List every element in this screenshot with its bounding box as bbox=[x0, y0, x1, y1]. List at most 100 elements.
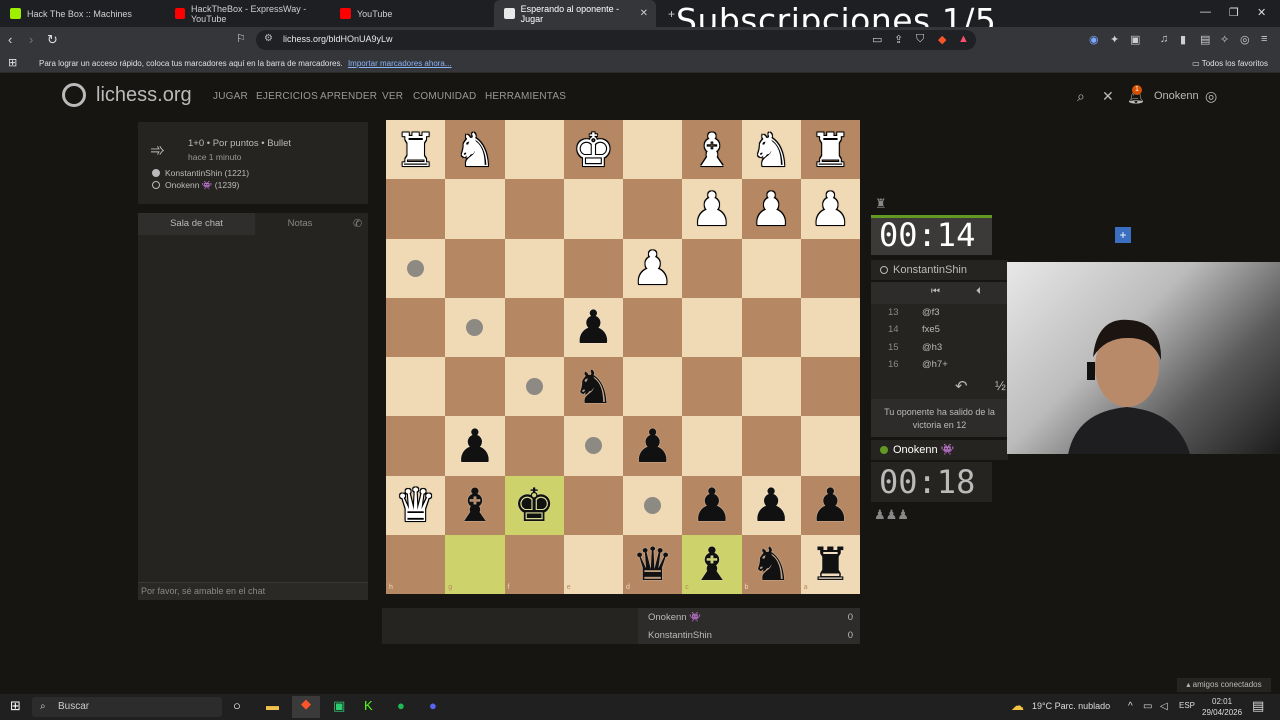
white-rook-icon[interactable]: ♜ bbox=[810, 127, 851, 173]
minimize-icon[interactable]: — bbox=[1200, 6, 1211, 18]
site-logo[interactable]: lichess.org bbox=[96, 84, 192, 107]
shield-icon[interactable]: ⛉ bbox=[916, 33, 924, 46]
board-square[interactable] bbox=[504, 416, 564, 476]
board-square[interactable] bbox=[445, 179, 505, 239]
first-move-icon[interactable]: ⏮ bbox=[931, 286, 940, 297]
black-bishop-icon[interactable]: ♝ bbox=[454, 482, 495, 528]
vpn-icon[interactable]: ◎ bbox=[1240, 33, 1250, 46]
cancel-icon[interactable]: ✕ bbox=[1102, 88, 1114, 105]
board-square[interactable] bbox=[800, 238, 860, 298]
black-rook-icon[interactable]: ♜ bbox=[810, 541, 851, 587]
screenshot-icon[interactable]: ▣ bbox=[1130, 33, 1140, 46]
chat-input[interactable]: Por favor, sé amable en el chat bbox=[138, 582, 368, 600]
restore-icon[interactable]: ❐ bbox=[1229, 6, 1239, 19]
browser-tab[interactable]: Hack The Box :: Machines bbox=[0, 0, 165, 27]
board-square[interactable] bbox=[504, 297, 564, 357]
wallet-icon[interactable]: ▤ bbox=[1200, 33, 1210, 46]
board-square[interactable] bbox=[504, 120, 564, 180]
white-pawn-icon[interactable]: ♟ bbox=[751, 186, 792, 232]
board-square[interactable] bbox=[386, 416, 446, 476]
friends-online-button[interactable]: ▴ amigos conectados bbox=[1177, 678, 1271, 692]
board-square[interactable] bbox=[563, 475, 623, 535]
board-square[interactable]: ♞ bbox=[445, 120, 505, 180]
legal-move-dot[interactable] bbox=[407, 259, 425, 277]
board-square[interactable]: ♜ bbox=[800, 534, 860, 594]
board-square[interactable] bbox=[741, 416, 801, 476]
all-favorites-button[interactable]: ▭ Todos los favoritos bbox=[1192, 59, 1268, 68]
legal-move-dot[interactable] bbox=[525, 378, 543, 396]
file-explorer-icon[interactable]: ▬ bbox=[266, 698, 279, 713]
language-indicator[interactable]: ESP bbox=[1179, 701, 1195, 710]
url-field[interactable]: ⚙ lichess.org/bldHOnUA9yLw ▭ ⇪ ⛉ ◆ ▲ bbox=[256, 30, 976, 50]
white-queen-icon[interactable]: ♛ bbox=[395, 482, 436, 528]
board-square[interactable]: ♞ bbox=[563, 357, 623, 417]
cortana-icon[interactable]: ○ bbox=[233, 698, 241, 713]
board-square[interactable]: ♞ bbox=[741, 120, 801, 180]
board-square[interactable] bbox=[504, 179, 564, 239]
black-pawn-icon[interactable]: ♟ bbox=[454, 423, 495, 469]
clock[interactable]: 02:01 29/04/2026 bbox=[1202, 696, 1242, 718]
close-window-icon[interactable]: ✕ bbox=[1257, 6, 1266, 19]
phone-icon[interactable]: ✆ bbox=[353, 217, 362, 230]
apps-icon[interactable]: ⊞ bbox=[8, 56, 17, 69]
board-square[interactable] bbox=[445, 238, 505, 298]
back-icon[interactable]: ‹ bbox=[8, 32, 12, 47]
board-square[interactable] bbox=[386, 297, 446, 357]
board-square[interactable] bbox=[504, 238, 564, 298]
volume-icon[interactable]: ◁ bbox=[1160, 701, 1168, 712]
draw-icon[interactable]: ½ bbox=[995, 378, 1006, 393]
black-pawn-icon[interactable]: ♟ bbox=[632, 423, 673, 469]
user-avatar-icon[interactable]: ◎ bbox=[1205, 88, 1217, 105]
board-square[interactable] bbox=[386, 534, 446, 594]
import-bookmarks-link[interactable]: Importar marcadores ahora... bbox=[348, 59, 452, 68]
board-square[interactable] bbox=[682, 416, 742, 476]
brave-icon[interactable]: ◆ bbox=[292, 696, 320, 718]
lichess-logo-icon[interactable] bbox=[62, 83, 86, 107]
board-square[interactable] bbox=[623, 357, 683, 417]
kick-icon[interactable]: K bbox=[364, 698, 373, 713]
board-square[interactable]: ♟ bbox=[800, 179, 860, 239]
board-square[interactable] bbox=[445, 534, 505, 594]
tab-notes[interactable]: Notas bbox=[255, 213, 345, 235]
board-square[interactable] bbox=[623, 120, 683, 180]
opponent-player[interactable]: KonstantinShin bbox=[871, 260, 1008, 280]
board-square[interactable] bbox=[741, 238, 801, 298]
board-square[interactable] bbox=[682, 238, 742, 298]
board-square[interactable]: ♝ bbox=[445, 475, 505, 535]
move-row[interactable]: 15 @h3 bbox=[871, 339, 1008, 356]
board-square[interactable] bbox=[800, 297, 860, 357]
board-square[interactable]: ♟ bbox=[682, 179, 742, 239]
prev-move-icon[interactable]: ⏴ bbox=[976, 286, 981, 297]
music-icon[interactable]: ♫ bbox=[1160, 33, 1168, 45]
board-square[interactable] bbox=[563, 179, 623, 239]
board-square[interactable]: ♟ bbox=[445, 416, 505, 476]
nav-aprender[interactable]: APRENDER bbox=[320, 91, 377, 102]
black-king-icon[interactable]: ♚ bbox=[514, 482, 555, 528]
legal-move-dot[interactable] bbox=[584, 437, 602, 455]
black-bishop-icon[interactable]: ♝ bbox=[691, 541, 732, 587]
brave-rewards-icon[interactable]: ▲ bbox=[958, 33, 969, 45]
white-rook-icon[interactable]: ♜ bbox=[395, 127, 436, 173]
board-square[interactable] bbox=[445, 297, 505, 357]
network-icon[interactable]: ▭ bbox=[1143, 701, 1152, 712]
board-square[interactable]: ♟ bbox=[741, 475, 801, 535]
legal-move-dot[interactable] bbox=[644, 496, 662, 514]
forward-icon[interactable]: › bbox=[29, 32, 33, 47]
board-square[interactable] bbox=[445, 357, 505, 417]
board-square[interactable]: ♚ bbox=[563, 120, 623, 180]
sidebar-icon[interactable]: ▮ bbox=[1180, 33, 1186, 46]
site-info-icon[interactable]: ⚙ bbox=[264, 33, 273, 44]
board-square[interactable] bbox=[800, 357, 860, 417]
tab-chat[interactable]: Sala de chat bbox=[138, 213, 255, 235]
black-pawn-icon[interactable]: ♟ bbox=[573, 304, 614, 350]
board-square[interactable]: ♟ bbox=[741, 179, 801, 239]
white-king-icon[interactable]: ♚ bbox=[573, 127, 614, 173]
board-square[interactable]: ♟ bbox=[623, 238, 683, 298]
nav-ejercicios[interactable]: EJERCICIOS bbox=[256, 91, 318, 102]
leo-icon[interactable]: ✧ bbox=[1220, 33, 1229, 46]
board-square[interactable]: ♟ bbox=[682, 475, 742, 535]
black-pawn-icon[interactable]: ♟ bbox=[751, 482, 792, 528]
weather-text[interactable]: 19°C Parc. nublado bbox=[1032, 701, 1110, 711]
menu-icon[interactable]: ≡ bbox=[1261, 33, 1267, 45]
nav-comunidad[interactable]: COMUNIDAD bbox=[413, 91, 476, 102]
